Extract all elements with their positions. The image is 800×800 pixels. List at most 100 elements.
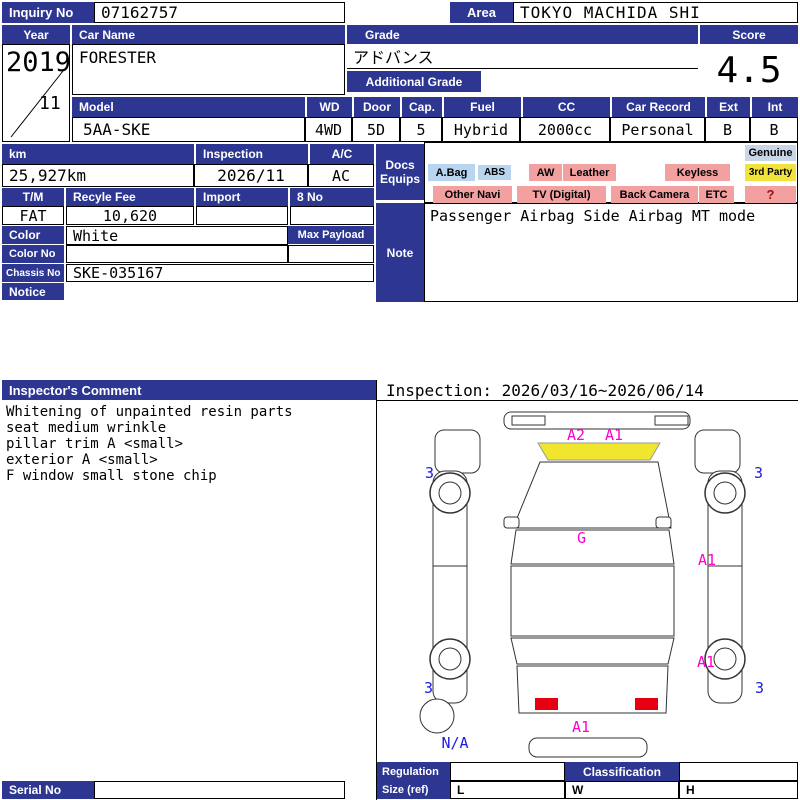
size-w-cell: W xyxy=(565,781,679,799)
serial-no-label: Serial No xyxy=(2,781,94,799)
model-label: Model xyxy=(72,97,305,117)
car-damage-diagram: A2 A1 3 3 G A1 A1 3 3 A1 N/A xyxy=(419,411,764,758)
score-label: Score xyxy=(700,25,798,44)
comment-line: F window small stone chip xyxy=(6,468,217,484)
model-value: 5AA-SKE xyxy=(72,117,305,142)
docs-label: Docs xyxy=(385,158,415,172)
car-name-value: FORESTER xyxy=(72,44,345,95)
chassis-no-value: SKE-035167 xyxy=(66,264,374,282)
area-value: TOKYO MACHIDA SHI xyxy=(513,2,798,23)
recycle-fee-value: 10,620 xyxy=(66,206,194,225)
mark-front-a2: A2 xyxy=(567,426,585,444)
mark-corner-rear-right: 3 xyxy=(755,679,764,697)
area-label: Area xyxy=(450,2,513,23)
inquiry-no-value: 07162757 xyxy=(94,2,345,23)
int-label: Int xyxy=(752,97,798,117)
comment-line: exterior A <small> xyxy=(6,452,158,468)
car-record-value: Personal xyxy=(610,117,705,142)
car-record-label: Car Record xyxy=(612,97,705,117)
ext-value: B xyxy=(705,117,750,142)
tm-label: T/M xyxy=(2,188,64,206)
notice-label: Notice xyxy=(2,283,64,300)
abs-badge: ABS xyxy=(478,165,511,180)
mirror-right xyxy=(655,516,672,529)
eight-no-value xyxy=(290,206,374,225)
wd-value: 4WD xyxy=(305,117,352,142)
regulation-label: Regulation xyxy=(377,762,450,781)
fuel-label: Fuel xyxy=(444,97,521,117)
mark-right-side-2: A1 xyxy=(697,653,715,671)
aw-badge: AW xyxy=(529,164,562,181)
etc-badge: ETC xyxy=(699,186,734,203)
km-value: 25,927km xyxy=(2,164,194,187)
other-navi-badge: Other Navi xyxy=(433,186,512,203)
inspection-label: Inspection xyxy=(196,144,308,164)
import-value xyxy=(196,206,288,225)
tv-digital-badge: TV (Digital) xyxy=(517,186,606,203)
score-value: 4.5 xyxy=(716,49,782,91)
spare-tire-shape xyxy=(419,698,455,734)
size-h-cell: H xyxy=(679,781,798,799)
windshield-shape xyxy=(510,529,675,565)
classification-value xyxy=(679,762,798,781)
inspection-value: 2026/11 xyxy=(194,164,308,187)
mark-rear: A1 xyxy=(572,718,590,736)
airbag-badge: A.Bag xyxy=(428,164,475,181)
mark-corner-front-left: 3 xyxy=(425,464,434,482)
classification-label: Classification xyxy=(565,762,679,781)
color-label: Color xyxy=(2,226,64,244)
year-value: 2019 xyxy=(6,47,72,78)
wheel-rear-left xyxy=(429,638,471,680)
wheel-front-left xyxy=(429,472,471,514)
leather-badge: Leather xyxy=(563,164,616,181)
front-bumper-shape xyxy=(503,411,691,430)
color-value: White xyxy=(66,226,288,245)
wheel-front-right xyxy=(704,472,746,514)
max-payload-label: Max Payload xyxy=(288,226,374,244)
ac-label: A/C xyxy=(310,144,374,164)
wd-label: WD xyxy=(307,97,352,117)
fuel-value: Hybrid xyxy=(442,117,520,142)
mark-front-a1: A1 xyxy=(605,426,623,444)
max-payload-value xyxy=(288,245,374,263)
front-fender-right xyxy=(694,429,741,474)
mark-spare: N/A xyxy=(441,734,468,752)
inspector-comment-label: Inspector's Comment xyxy=(2,380,376,400)
door-value: 5D xyxy=(352,117,400,142)
month-value: 11 xyxy=(39,93,61,114)
hood-shape xyxy=(512,461,672,529)
mark-glass: G xyxy=(577,529,586,547)
grade-value: アドバンス xyxy=(347,44,698,69)
additional-grade-label: Additional Grade xyxy=(347,71,481,92)
import-label: Import xyxy=(196,188,288,206)
color-no-label: Color No xyxy=(2,245,64,263)
third-party-badge: 3rd Party xyxy=(745,164,796,181)
recycle-fee-label: Recyle Fee xyxy=(66,188,194,206)
comment-line: seat medium wrinkle xyxy=(6,420,167,436)
note-text: Passenger Airbag Side Airbag MT mode xyxy=(430,207,756,225)
inquiry-no-label: Inquiry No xyxy=(2,2,94,23)
ac-value: AC xyxy=(308,164,374,187)
mirror-left xyxy=(503,516,520,529)
comment-line: pillar trim A <small> xyxy=(6,436,184,452)
size-l-cell: L xyxy=(450,781,565,799)
docs-equips-label: Docs Equips xyxy=(376,144,424,200)
tm-value: FAT xyxy=(2,206,64,225)
roof-shape xyxy=(510,565,675,637)
inspection-period: Inspection: 2026/03/16~2026/06/14 xyxy=(386,381,704,400)
comment-line: Whitening of unpainted resin parts xyxy=(6,404,293,420)
km-label: km xyxy=(2,144,194,164)
windshield-highlight xyxy=(537,442,661,461)
mark-corner-rear-left: 3 xyxy=(424,679,433,697)
grade-label: Grade xyxy=(347,25,698,44)
cc-value: 2000cc xyxy=(520,117,610,142)
taillight-right xyxy=(635,698,658,710)
door-label: Door xyxy=(354,97,400,117)
size-ref-label: Size (ref) xyxy=(377,781,450,799)
cap-value: 5 xyxy=(400,117,442,142)
equips-label: Equips xyxy=(379,172,420,186)
rear-bumper-shape xyxy=(528,737,648,758)
mark-right-side-1: A1 xyxy=(698,551,716,569)
int-value: B xyxy=(750,117,798,142)
back-camera-badge: Back Camera xyxy=(611,186,698,203)
